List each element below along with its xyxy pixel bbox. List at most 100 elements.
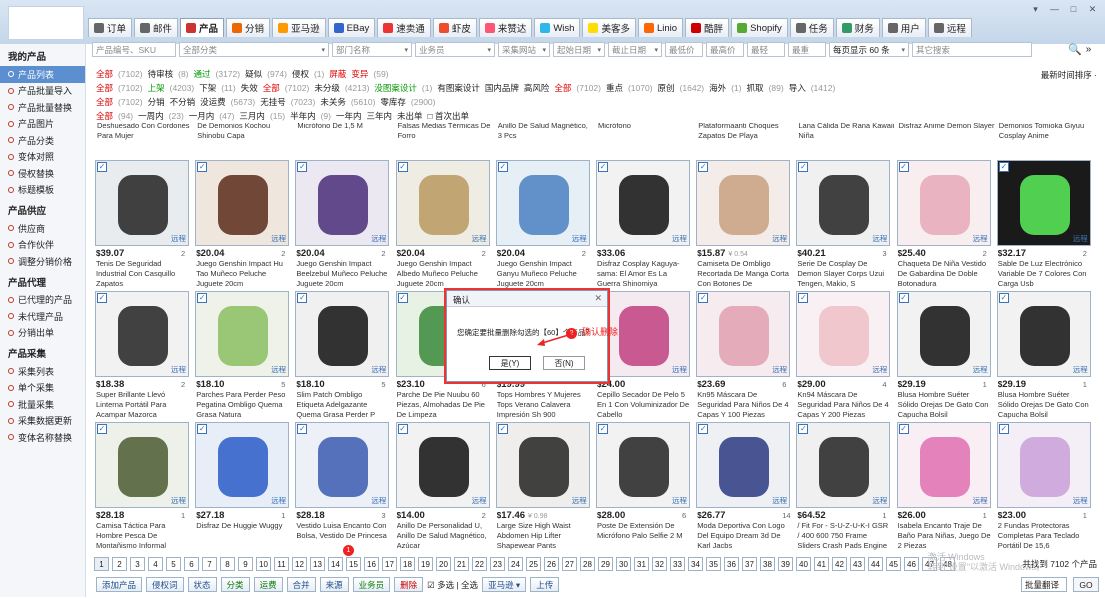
source-link[interactable]: 远程	[171, 495, 186, 506]
sidebar-item[interactable]: 产品分类	[0, 132, 85, 149]
status-filter[interactable]: 待审核	[148, 68, 174, 80]
product-title[interactable]: 2 Fundas Protectoras Completas Para Tecl…	[998, 521, 1092, 551]
source-link[interactable]: 远程	[872, 233, 887, 244]
source-link[interactable]: 远程	[371, 495, 386, 506]
tab-user[interactable]: ■ 用户	[881, 18, 926, 37]
product-title[interactable]: Blusa Hombre Suéter Sólido Orejas De Gat…	[998, 390, 1092, 420]
tab-remote[interactable]: ■ 远程	[927, 18, 972, 37]
product-image[interactable]: ✓ 远程	[295, 422, 390, 508]
page-button[interactable]: 8	[220, 557, 235, 571]
page-button[interactable]: 6	[184, 557, 199, 571]
bulk-translate-select[interactable]: 批量翻译	[1021, 577, 1067, 592]
product-title[interactable]: Juego Genshin Impact Hu Tao Muñeco Peluc…	[196, 259, 290, 289]
product-image[interactable]: ✓ 远程	[896, 160, 991, 246]
page-button[interactable]: 3	[130, 557, 145, 571]
status-filter[interactable]: 高风险	[524, 82, 550, 94]
product-image[interactable]: ✓ 远程	[596, 160, 690, 246]
status-filter[interactable]: 侵权	[292, 68, 309, 80]
product-title[interactable]: Serie De Cosplay De Demon Slayer Corps U…	[797, 259, 891, 289]
checkbox[interactable]: ✓	[798, 293, 809, 303]
checkbox[interactable]: ✓	[998, 162, 1009, 172]
page-button[interactable]: 18	[400, 557, 415, 571]
status-filter[interactable]: 半年内	[290, 110, 316, 122]
sort-selector[interactable]: 最新时间排序 ·	[1041, 69, 1097, 81]
product-image[interactable]: ✓ 远程	[495, 160, 590, 246]
page-button[interactable]: 33	[670, 557, 685, 571]
product-image[interactable]: ✓ 远程	[596, 422, 690, 508]
product-image[interactable]: ✓ 远程	[696, 422, 791, 508]
product-image[interactable]: ✓ 远程	[395, 160, 490, 246]
source-link[interactable]: 远程	[973, 495, 988, 506]
status-filter[interactable]: 一月内	[189, 110, 215, 122]
tab-distribution[interactable]: ■ 分销	[226, 18, 271, 37]
go-button[interactable]: GO	[1073, 577, 1099, 592]
product-image[interactable]: ✓ 远程	[95, 160, 189, 246]
checkbox[interactable]: ✓	[297, 293, 308, 303]
status-filter[interactable]: 海外	[709, 82, 726, 94]
sidebar-item[interactable]: 未代理产品	[0, 308, 85, 325]
page-button[interactable]: 42	[832, 557, 847, 571]
checkbox[interactable]: ✓	[397, 424, 408, 434]
tab-aliexpress[interactable]: ■ 速卖通	[377, 18, 431, 37]
source-link[interactable]: 远程	[572, 233, 587, 244]
page-button[interactable]: 27	[562, 557, 577, 571]
product-image[interactable]: ✓ 远程	[195, 291, 290, 377]
product-image[interactable]: ✓ 远程	[195, 422, 290, 508]
tab-shopee[interactable]: ■ 虾皮	[432, 18, 477, 37]
status-filter[interactable]: 原创	[658, 82, 675, 94]
status-filter[interactable]: 三月内	[239, 110, 265, 122]
action-button[interactable]: 业务员	[352, 577, 391, 592]
page-button[interactable]: 2	[112, 557, 127, 571]
action-button[interactable]: 来源	[319, 577, 349, 592]
page-button[interactable]: 38	[760, 557, 775, 571]
sidebar-item[interactable]: 产品列表	[0, 66, 85, 83]
product-title[interactable]: Camisa Táctica Para Hombre Pesca De Mont…	[96, 521, 190, 551]
product-title[interactable]: Large Size High Waist Abdomen Hip Lifter…	[497, 521, 591, 551]
page-button[interactable]: 24	[508, 557, 523, 571]
page-button[interactable]: 4	[148, 557, 163, 571]
page-button[interactable]: 9	[238, 557, 253, 571]
product-title[interactable]: Isabela Encanto Traje De Baño Para Niñas…	[898, 521, 992, 551]
checkbox[interactable]: ✓	[497, 424, 508, 434]
product-title[interactable]: Disfraz Cosplay Kaguya-sama: El Amor Es …	[597, 259, 691, 289]
checkbox[interactable]: ✓	[898, 293, 909, 303]
page-button[interactable]: 17	[382, 557, 397, 571]
status-filter[interactable]: 未出单	[397, 110, 423, 122]
product-title[interactable]: Slim Patch Ombligo Etiqueta Adelgazante …	[296, 390, 390, 420]
checkbox[interactable]: ✓	[197, 424, 208, 434]
checkbox[interactable]: ✓	[297, 162, 308, 172]
source-link[interactable]: 远程	[772, 495, 787, 506]
checkbox[interactable]: ✓	[497, 162, 508, 172]
product-title[interactable]: Super Brillante Llevó Linterna Portátil …	[96, 390, 190, 420]
page-button[interactable]: 7	[202, 557, 217, 571]
action-button[interactable]: 侵权词	[146, 577, 184, 592]
product-title[interactable]: Juego Genshin Impact Albedo Muñeco Peluc…	[397, 259, 491, 289]
status-filter[interactable]: 抓取	[747, 82, 764, 94]
checkbox[interactable]: ✓	[698, 293, 709, 303]
status-filter[interactable]: 分销	[148, 96, 165, 108]
product-image[interactable]: ✓ 远程	[95, 291, 189, 377]
checkbox[interactable]: ✓	[898, 162, 909, 172]
product-title[interactable]: Chaqueta De Niña Vestido De Gabardina De…	[898, 259, 992, 289]
product-image[interactable]: ✓ 远程	[896, 422, 991, 508]
status-filter[interactable]: 一周内	[138, 110, 164, 122]
product-title[interactable]: Camiseta De Ombligo Recortada De Manga C…	[697, 259, 791, 289]
source-link[interactable]: 远程	[171, 233, 186, 244]
page-button[interactable]: 11	[274, 557, 289, 571]
page-button[interactable]: 40	[796, 557, 811, 571]
status-filter[interactable]: □ 首次出单	[428, 110, 470, 122]
sidebar-item[interactable]: 侵权替换	[0, 165, 85, 182]
page-button[interactable]: 35	[706, 557, 721, 571]
checkbox[interactable]: ✓	[97, 162, 107, 172]
close-icon[interactable]: ✕	[594, 293, 602, 304]
filter-field[interactable]: 每页显示 60 条 ▾	[829, 42, 909, 57]
page-button[interactable]: 44	[868, 557, 883, 571]
product-title[interactable]: Cepillo Secador De Pelo 5 En 1 Con Volum…	[597, 390, 691, 420]
filter-field[interactable]: 最重	[788, 42, 826, 57]
page-button[interactable]: 5	[166, 557, 181, 571]
sidebar-item[interactable]: 变体对照	[0, 149, 85, 166]
tab-finance[interactable]: ■ 财务	[835, 18, 880, 37]
filter-field[interactable]: 产品编号、SKU	[92, 42, 176, 57]
status-filter[interactable]: 下架	[199, 82, 216, 94]
checkbox[interactable]: ✓	[798, 424, 809, 434]
